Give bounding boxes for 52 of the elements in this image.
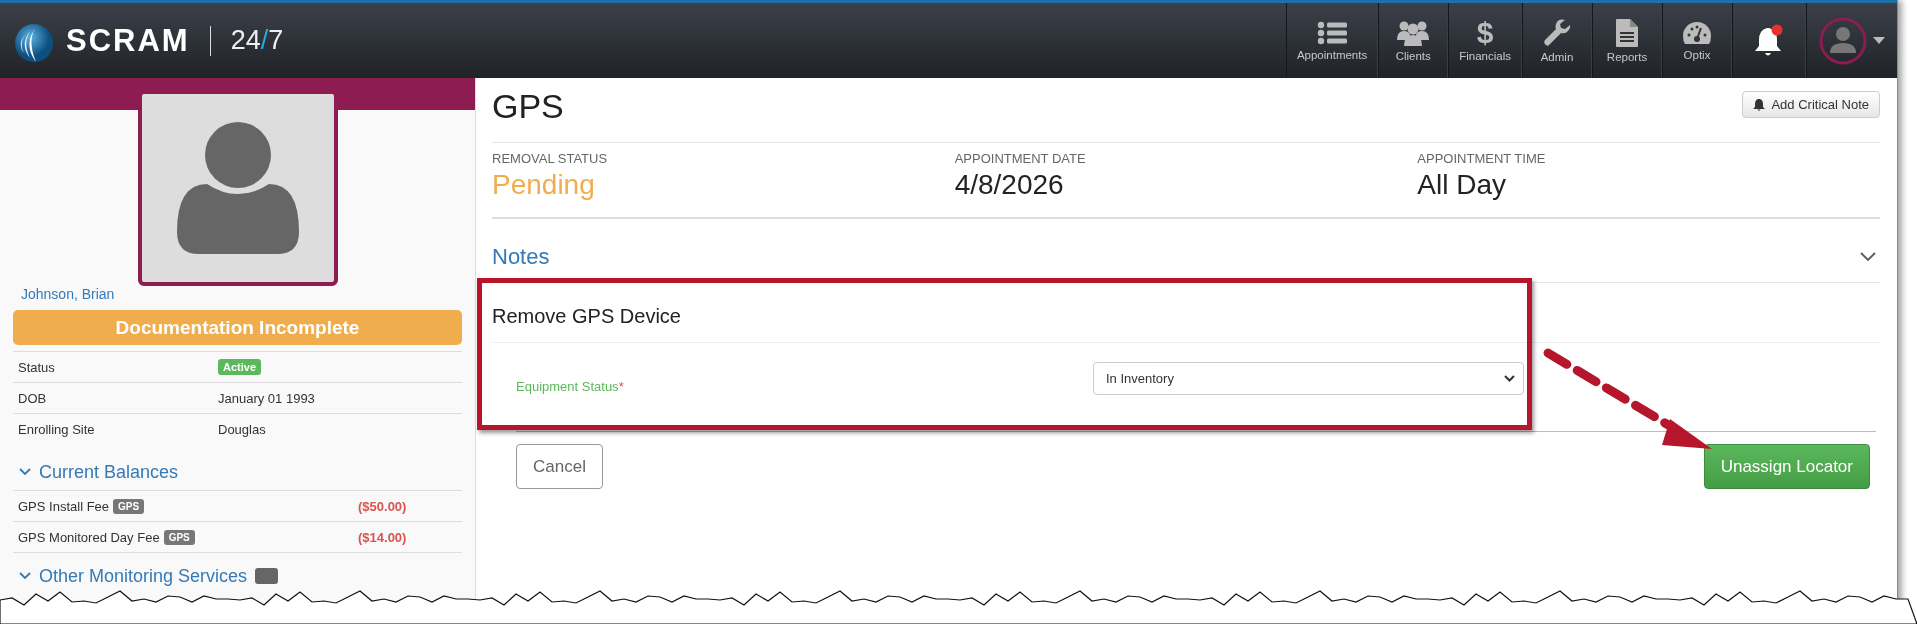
- chevron-down-icon[interactable]: [1860, 251, 1876, 262]
- page-title: GPS: [492, 86, 564, 126]
- chevron-icon[interactable]: [19, 572, 31, 580]
- detail-label: Status: [17, 359, 56, 375]
- fee-tag: GPS: [113, 498, 145, 514]
- form-title: Remove GPS Device: [492, 305, 681, 328]
- fee-amount: ($14.00): [358, 529, 407, 545]
- user-avatar-icon[interactable]: [1819, 16, 1867, 65]
- logo-text: SCRAM: [66, 22, 190, 59]
- summary-label: APPOINTMENT TIME: [1417, 151, 1547, 166]
- nav-item[interactable]: Appointments: [1285, 3, 1379, 78]
- gauge-icon: [1682, 20, 1712, 45]
- nav-item[interactable]: Clients: [1378, 3, 1449, 78]
- caret-icon[interactable]: [1873, 37, 1885, 44]
- person-silhouette-icon: [176, 122, 299, 254]
- wrench-icon: [1543, 18, 1571, 47]
- summary-label: REMOVAL STATUS: [492, 151, 609, 166]
- bell-icon[interactable]: [1753, 23, 1785, 58]
- section-title[interactable]: Other Monitoring Services: [39, 565, 248, 587]
- nav-item[interactable]: Admin: [1522, 3, 1592, 78]
- nav-item[interactable]: $ Financials: [1448, 3, 1522, 78]
- section-title[interactable]: Current Balances: [39, 461, 179, 483]
- detail-label: Enrolling Site: [17, 421, 96, 437]
- detail-value: Douglas: [218, 421, 266, 437]
- equipment-status-select[interactable]: In Inventory: [1093, 361, 1524, 395]
- client-name-link[interactable]: Johnson, Brian: [21, 286, 115, 302]
- fee-tag: GPS: [163, 529, 195, 545]
- summary-label: APPOINTMENT DATE: [954, 151, 1087, 166]
- fee-label: GPS Install Fee: [18, 498, 110, 514]
- bell-icon: [1753, 97, 1766, 111]
- status-badge: Active: [218, 359, 262, 375]
- detail-value: January 01 1993: [218, 390, 315, 406]
- status-banner: Documentation Incomplete: [13, 310, 462, 345]
- summary-value: Pending: [492, 169, 596, 201]
- nav-item[interactable]: Reports: [1592, 3, 1662, 78]
- document-icon: [1616, 18, 1638, 47]
- chevron-down-icon: [1504, 374, 1515, 382]
- field-label: Equipment Status*: [516, 378, 625, 394]
- summary-value: All Day: [1417, 169, 1508, 201]
- people-icon: [1397, 19, 1430, 46]
- fee-label: GPS Monitored Day Fee: [18, 529, 160, 545]
- cancel-button[interactable]: Cancel: [516, 444, 603, 489]
- fee-amount: ($50.00): [358, 498, 407, 514]
- chevron-icon[interactable]: [19, 468, 31, 476]
- count-badge: [255, 568, 279, 584]
- notes-title[interactable]: Notes: [492, 243, 550, 270]
- summary-value: 4/8/2026: [954, 169, 1065, 201]
- list-icon: [1317, 20, 1348, 45]
- add-critical-note-button[interactable]: Add Critical Note: [1742, 90, 1880, 118]
- logo-suffix: 24/7: [230, 25, 284, 56]
- nav-item[interactable]: Optix: [1662, 3, 1732, 78]
- detail-label: DOB: [17, 390, 48, 406]
